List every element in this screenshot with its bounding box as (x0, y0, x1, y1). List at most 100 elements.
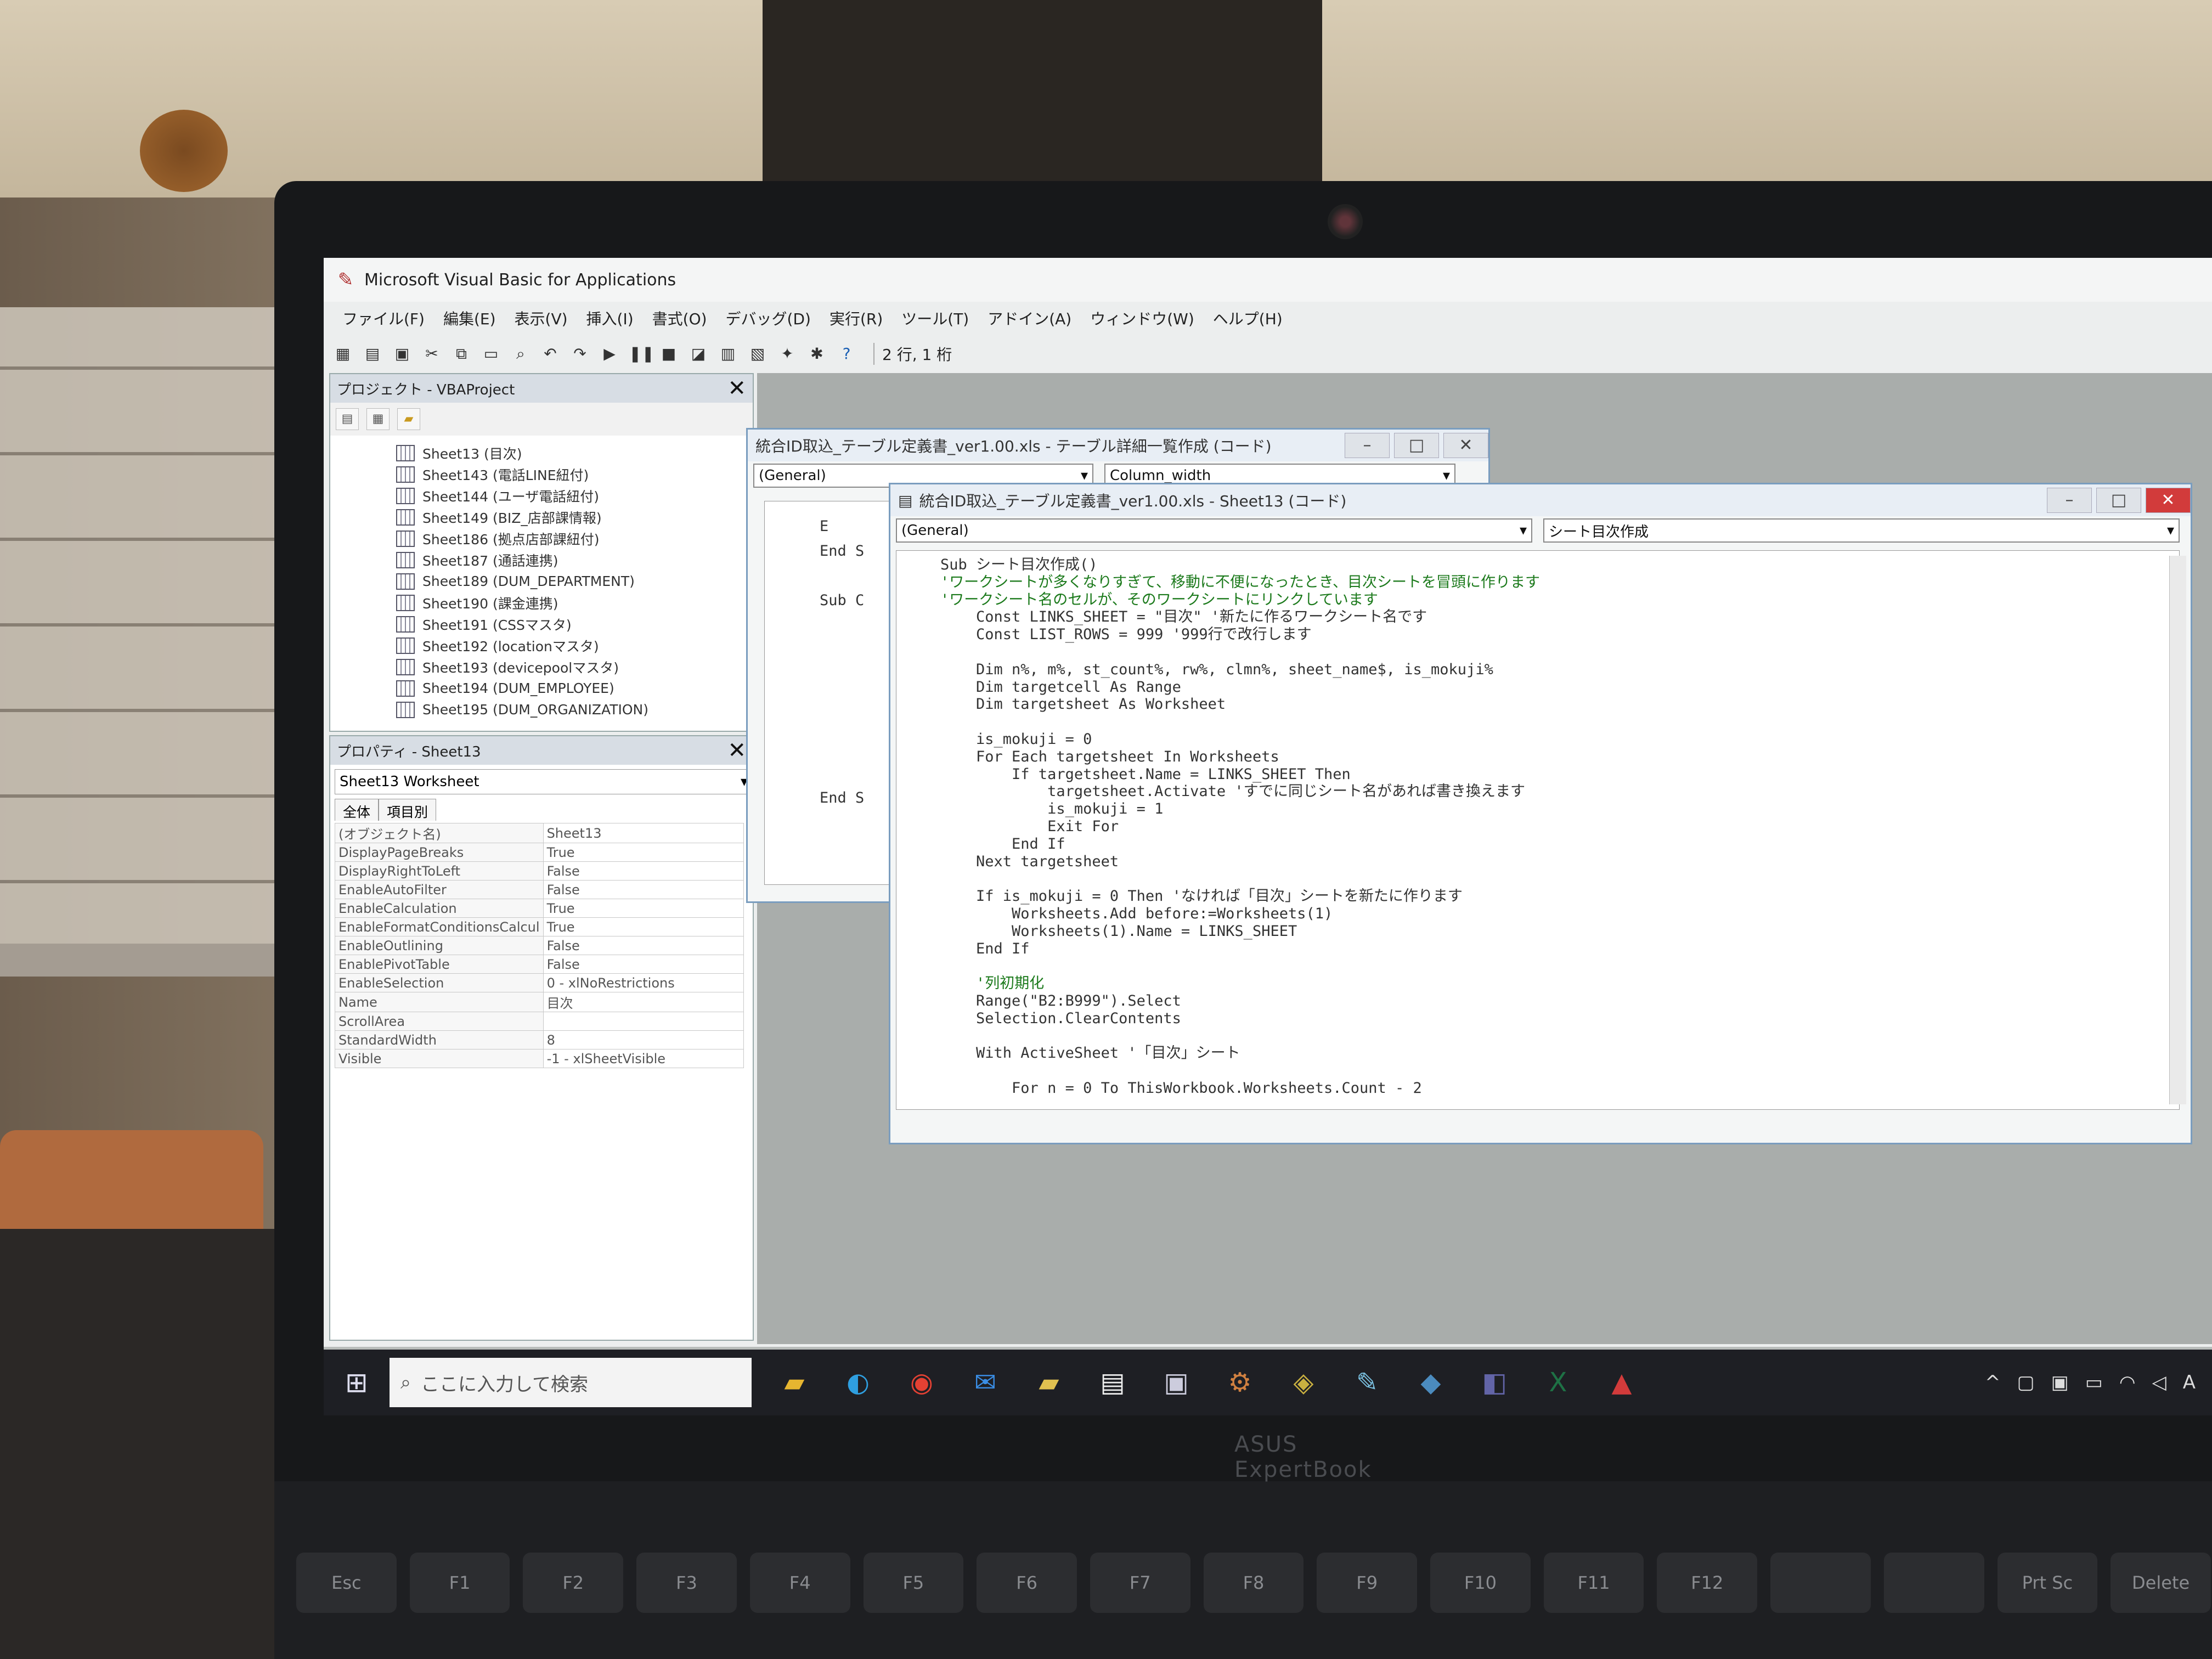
front-code-editor[interactable]: Sub シート目次作成() 'ワークシートが多くなりすぎて、移動に不便になったとき… (896, 550, 2180, 1110)
view-object-icon[interactable]: ▦ (366, 408, 390, 430)
property-row[interactable]: EnablePivotTable False (335, 955, 744, 974)
property-value[interactable]: False (543, 880, 744, 899)
object-selector[interactable]: Sheet13 Worksheet ▾ (335, 769, 748, 794)
reset-icon[interactable]: ■ (658, 343, 679, 364)
map-icon[interactable]: ◈ (1276, 1355, 1331, 1410)
tree-item[interactable]: Sheet143 (電話LINE紐付) (396, 464, 753, 485)
chrome-icon[interactable]: ◉ (894, 1355, 949, 1410)
close-icon[interactable]: ✕ (727, 377, 746, 399)
close-icon[interactable]: ✕ (2146, 488, 2191, 513)
object-browser-icon[interactable]: ✦ (777, 343, 798, 364)
tree-item[interactable]: Sheet192 (locationマスタ) (396, 635, 753, 656)
design-mode-icon[interactable]: ◪ (688, 343, 709, 364)
property-row[interactable]: ScrollArea (335, 1012, 744, 1031)
procedure-combo[interactable]: シート目次作成 ▾ (1543, 518, 2180, 543)
property-row[interactable]: DisplayPageBreaks True (335, 843, 744, 862)
menu-item[interactable]: アドイン(A) (988, 307, 1071, 329)
tree-item[interactable]: Sheet189 (DUM_DEPARTMENT) (396, 571, 753, 592)
property-value[interactable]: 8 (543, 1030, 744, 1049)
tree-item[interactable]: Sheet194 (DUM_EMPLOYEE) (396, 678, 753, 699)
teams-icon[interactable]: ◧ (1467, 1355, 1522, 1410)
tree-item[interactable]: Sheet191 (CSSマスタ) (396, 613, 753, 635)
copy-icon[interactable]: ⧉ (451, 343, 472, 364)
settings-icon[interactable]: ⚙ (1212, 1355, 1267, 1410)
property-row[interactable]: Name 目次 (335, 992, 744, 1012)
save-icon[interactable]: ▣ (392, 343, 413, 364)
find-icon[interactable]: ⌕ (510, 343, 531, 364)
insert-module-icon[interactable]: ▤ (362, 343, 383, 364)
property-value[interactable]: False (543, 955, 744, 974)
property-value[interactable]: True (543, 843, 744, 862)
property-row[interactable]: DisplayRightToLeft False (335, 861, 744, 881)
menu-item[interactable]: ファイル(F) (342, 307, 425, 329)
paste-icon[interactable]: ▭ (481, 343, 501, 364)
wifi-icon[interactable]: ◠ (2119, 1372, 2136, 1393)
battery-icon[interactable]: ▭ (2085, 1372, 2103, 1393)
tree-item[interactable]: Sheet186 (拠点店部課紐付) (396, 528, 753, 549)
property-value[interactable]: False (543, 936, 744, 955)
close-icon[interactable]: ✕ (1443, 433, 1488, 458)
property-value[interactable]: True (543, 899, 744, 918)
undo-icon[interactable]: ↶ (540, 343, 561, 364)
menu-item[interactable]: 編集(E) (443, 307, 496, 329)
display-icon[interactable]: ▣ (2051, 1372, 2069, 1393)
folder-icon[interactable]: ▰ (1022, 1355, 1076, 1410)
toolbox-icon[interactable]: ✱ (806, 343, 827, 364)
property-row[interactable]: EnableOutlining False (335, 936, 744, 955)
property-row[interactable]: (オブジェクト名) Sheet13 (335, 823, 744, 843)
property-row[interactable]: EnableSelection 0 - xlNoRestrictions (335, 973, 744, 992)
excel-icon[interactable]: X (1531, 1355, 1585, 1410)
run-icon[interactable]: ▶ (599, 343, 620, 364)
tree-item[interactable]: Sheet13 (目次) (396, 442, 753, 464)
project-explorer-icon[interactable]: ▥ (718, 343, 738, 364)
menu-item[interactable]: 挿入(I) (586, 307, 634, 329)
property-row[interactable]: StandardWidth 8 (335, 1030, 744, 1049)
maximize-icon[interactable]: □ (1394, 433, 1439, 458)
redo-icon[interactable]: ↷ (569, 343, 590, 364)
menu-item[interactable]: ヘルプ(H) (1213, 307, 1283, 329)
property-value[interactable]: -1 - xlSheetVisible (543, 1049, 744, 1068)
view-code-icon[interactable]: ▤ (336, 408, 359, 430)
object-combo[interactable]: (General) ▾ (896, 518, 1532, 543)
property-value[interactable]: 目次 (543, 992, 744, 1012)
menu-item[interactable]: 書式(O) (652, 307, 707, 329)
chevron-up-icon[interactable]: ^ (1985, 1372, 2001, 1393)
maximize-icon[interactable]: □ (2096, 488, 2141, 513)
property-value[interactable]: Sheet13 (543, 823, 744, 843)
property-row[interactable]: EnableAutoFilter False (335, 880, 744, 899)
python-icon[interactable]: ◆ (1403, 1355, 1458, 1410)
tree-item[interactable]: Sheet149 (BIZ_店部課情報) (396, 506, 753, 528)
windows-start-icon[interactable]: ⊞ (324, 1350, 390, 1415)
tree-item[interactable]: Sheet195 (DUM_ORGANIZATION) (396, 699, 753, 720)
tree-item[interactable]: Sheet144 (ユーザ電話紐付) (396, 485, 753, 506)
menu-item[interactable]: デバッグ(D) (726, 307, 811, 329)
vertical-scrollbar[interactable] (2169, 556, 2186, 1104)
properties-icon[interactable]: ▧ (747, 343, 768, 364)
meet-icon[interactable]: ▢ (2017, 1372, 2035, 1393)
menu-item[interactable]: 実行(R) (830, 307, 883, 329)
break-icon[interactable]: ❚❚ (629, 343, 654, 364)
tree-item[interactable]: Sheet187 (通話連携) (396, 549, 753, 571)
notepad-icon[interactable]: ▤ (1085, 1355, 1140, 1410)
property-value[interactable]: False (543, 861, 744, 881)
property-row[interactable]: EnableCalculation True (335, 899, 744, 918)
property-row[interactable]: EnableFormatConditionsCalcul True (335, 917, 744, 936)
help-icon[interactable]: ? (836, 343, 857, 364)
minimize-icon[interactable]: – (1345, 433, 1390, 458)
front-code-window[interactable]: ▤ 統合ID取込_テーブル定義書_ver1.00.xls - Sheet13 (… (889, 483, 2192, 1144)
property-value[interactable]: True (543, 917, 744, 936)
photos-icon[interactable]: ▣ (1149, 1355, 1204, 1410)
volume-icon[interactable]: ◁ (2152, 1372, 2166, 1393)
edge-icon[interactable]: ◐ (831, 1355, 885, 1410)
acrobat-icon[interactable]: ▲ (1594, 1355, 1649, 1410)
close-icon[interactable]: ✕ (727, 740, 746, 761)
property-value[interactable] (543, 1012, 744, 1031)
ime-icon[interactable]: A (2183, 1372, 2196, 1393)
tree-item[interactable]: Sheet193 (devicepoolマスタ) (396, 656, 753, 678)
view-excel-icon[interactable]: ▦ (332, 343, 353, 364)
property-value[interactable]: 0 - xlNoRestrictions (543, 973, 744, 992)
minimize-icon[interactable]: – (2047, 488, 2092, 513)
menu-item[interactable]: 表示(V) (515, 307, 568, 329)
tab-alphabetic[interactable]: 全体 (335, 799, 379, 821)
cut-icon[interactable]: ✂ (421, 343, 442, 364)
